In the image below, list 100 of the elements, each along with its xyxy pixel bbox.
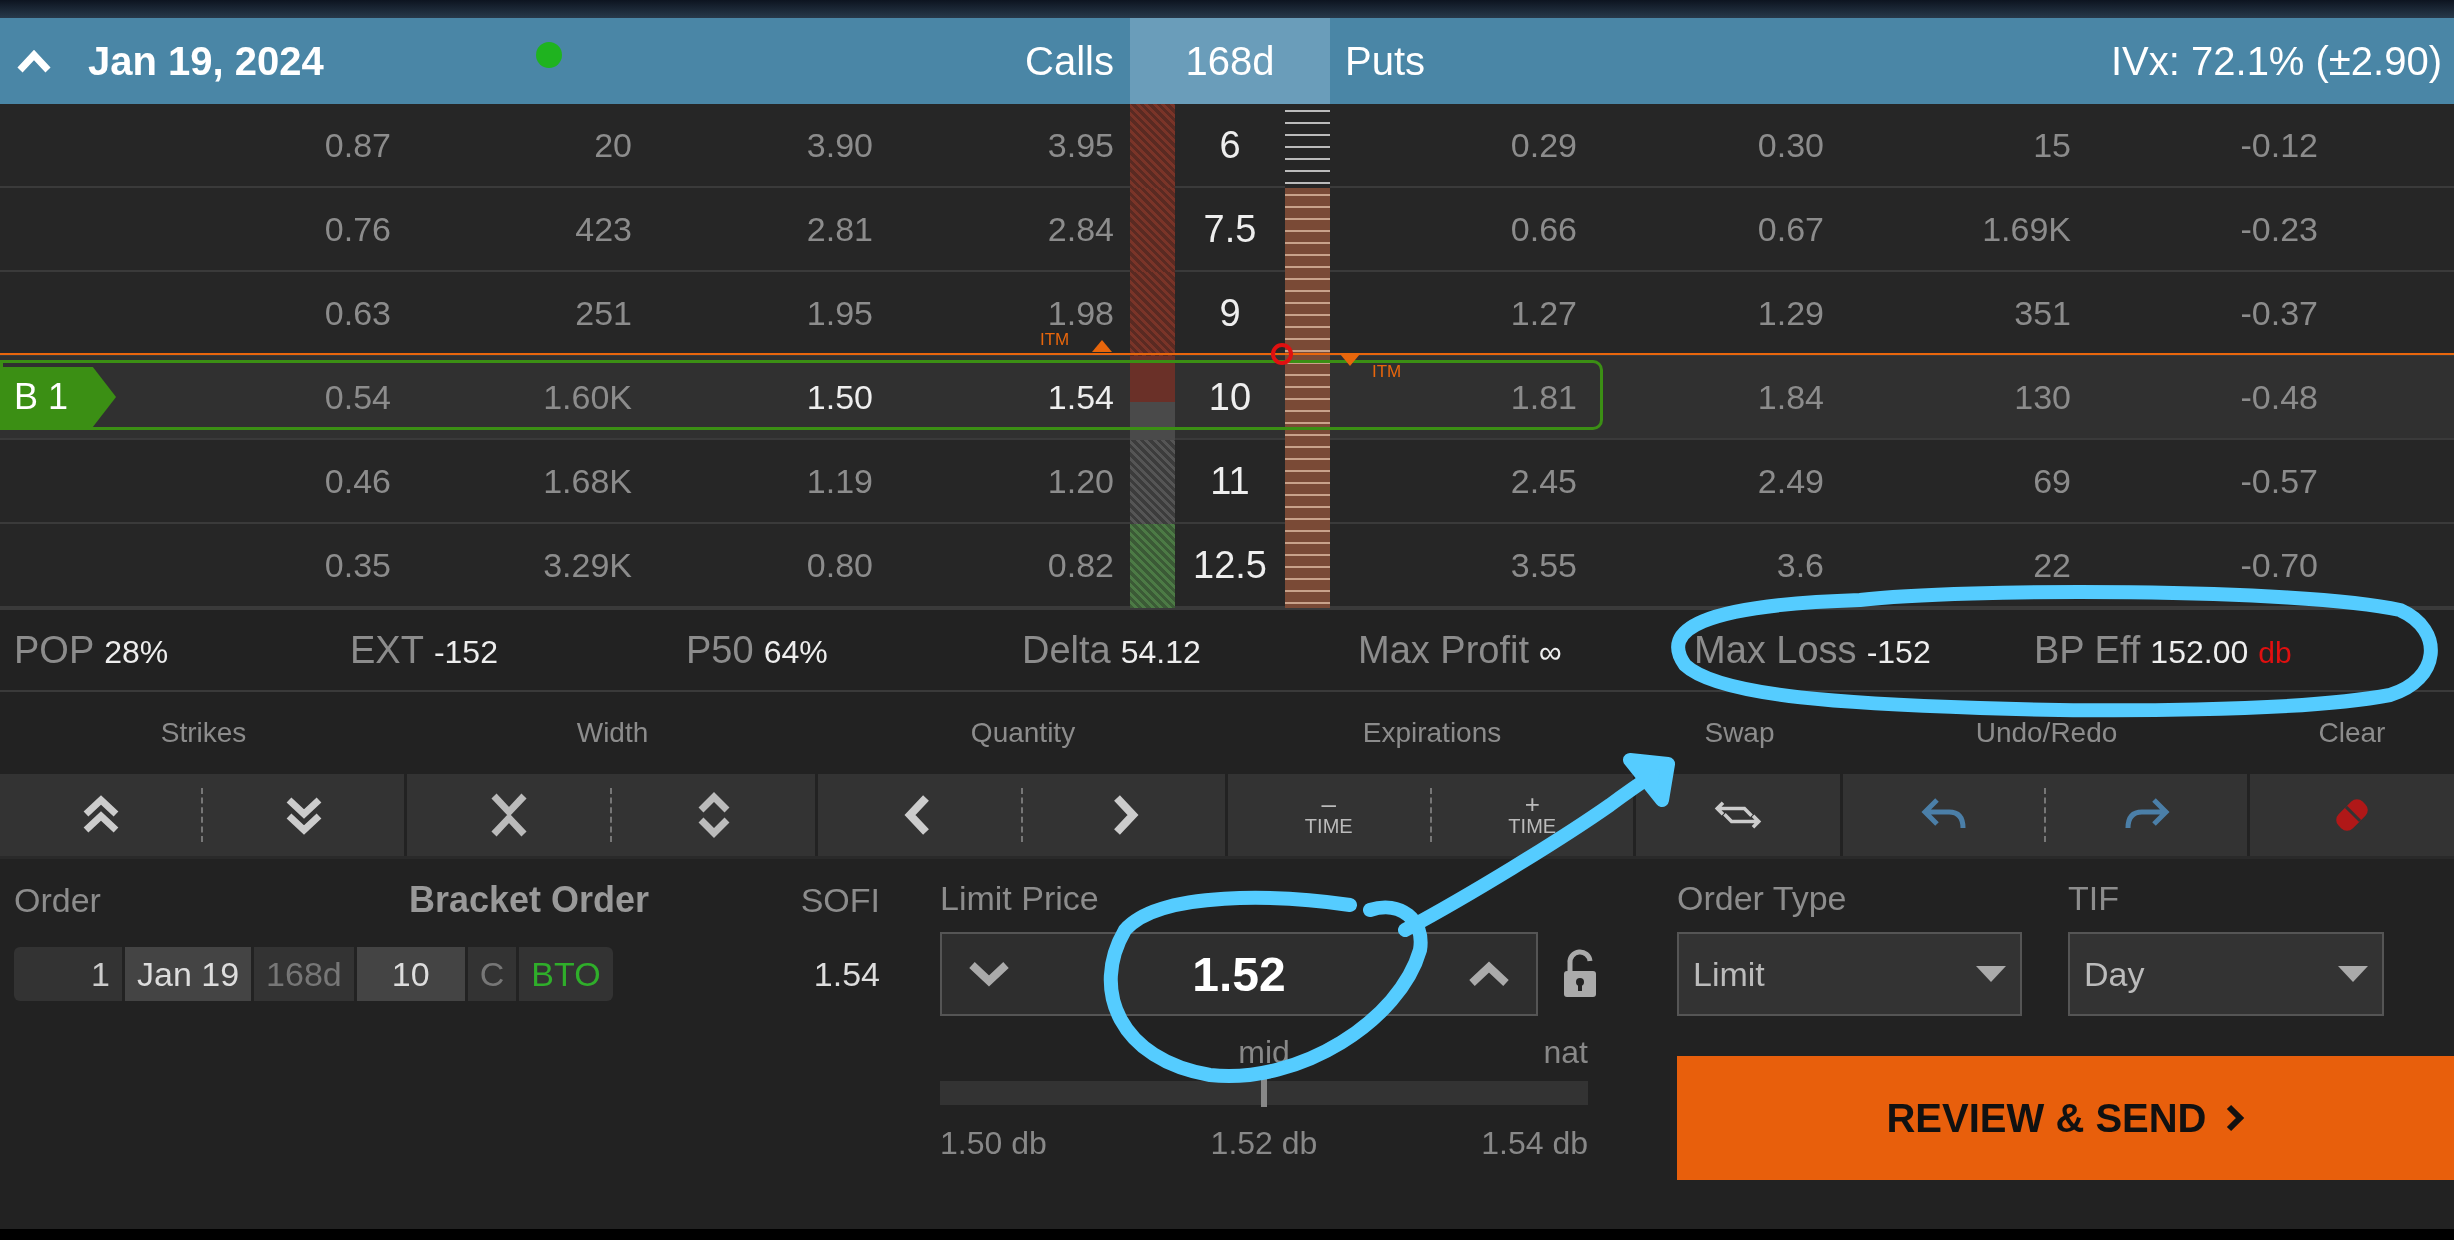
table-cell: 1.98 bbox=[1047, 293, 1114, 333]
chain-row[interactable]: 0.76 423 2.81 2.84 7.5 0.66 0.67 1.69K -0.23 bbox=[0, 188, 2454, 272]
up-triangle-icon bbox=[1092, 340, 1112, 352]
table-cell: 1.95 bbox=[806, 293, 873, 333]
toolbar-group-label: Expirations bbox=[1362, 717, 1502, 749]
table-cell: 0.46 bbox=[324, 461, 391, 501]
stat-label: P50 bbox=[686, 628, 754, 672]
chain-row[interactable]: 0.46 1.68K 1.19 1.20 11 2.45 2.49 69 -0.57 bbox=[0, 440, 2454, 524]
leg-chip[interactable]: 1 bbox=[14, 947, 122, 1001]
table-cell: 0.29 bbox=[1510, 125, 1577, 165]
slider-tick-label: 1.54 db bbox=[1481, 1125, 1588, 1162]
table-cell: 0.80 bbox=[806, 545, 873, 585]
table-cell: 20 bbox=[594, 125, 632, 165]
table-cell: -0.37 bbox=[2240, 293, 2318, 333]
table-cell: 423 bbox=[575, 209, 632, 249]
table-cell: 0.54 bbox=[324, 377, 391, 417]
table-cell: 0.35 bbox=[324, 545, 391, 585]
leg-chip[interactable]: Jan 19 bbox=[125, 947, 252, 1001]
table-cell: 22 bbox=[2033, 545, 2071, 585]
table-cell: 2.84 bbox=[1047, 209, 1114, 249]
status-dot bbox=[535, 42, 562, 68]
leg-tag[interactable]: B 1 bbox=[0, 367, 117, 427]
stat-value: 64% bbox=[763, 633, 828, 671]
table-cell: 3.6 bbox=[1776, 545, 1824, 585]
tif-label: TIF bbox=[2068, 879, 2120, 918]
time-button[interactable]: + TIME bbox=[1431, 774, 1633, 856]
limit-price-field[interactable]: 1.52 bbox=[940, 932, 1538, 1016]
table-cell: 1.50 bbox=[806, 377, 873, 417]
puts-label: Puts bbox=[1344, 38, 1427, 84]
dropdown-caret-icon bbox=[2338, 966, 2368, 982]
table-cell: 251 bbox=[575, 293, 632, 333]
stat-label: Delta bbox=[1022, 628, 1111, 672]
table-cell: 0.87 bbox=[324, 125, 391, 165]
strike-cell: 10 bbox=[1208, 375, 1252, 419]
stat-value: 54.12 bbox=[1120, 633, 1201, 671]
table-cell: 130 bbox=[2014, 377, 2071, 417]
price-marker-icon bbox=[1270, 342, 1294, 366]
leg-chip[interactable]: 10 bbox=[356, 947, 465, 1001]
table-cell: 1.54 bbox=[1047, 377, 1114, 417]
order-label: Order bbox=[14, 881, 102, 920]
chain-row[interactable]: 0.87 20 3.90 3.95 6 0.29 0.30 15 -0.12 bbox=[0, 104, 2454, 188]
strike-cell: 6 bbox=[1219, 123, 1241, 167]
time-button[interactable]: – TIME bbox=[1228, 774, 1430, 856]
toolbar-group-label: Undo/Redo bbox=[1975, 717, 2118, 749]
symbol-price: 1.54 bbox=[813, 954, 880, 994]
price-slider[interactable] bbox=[940, 1081, 1588, 1105]
table-cell: 0.63 bbox=[324, 293, 391, 333]
table-cell: -0.12 bbox=[2240, 125, 2318, 165]
days-to-expiration: 168d bbox=[1130, 18, 1330, 104]
table-cell: 15 bbox=[2033, 125, 2071, 165]
table-cell: 1.29 bbox=[1757, 293, 1824, 333]
table-cell: -0.70 bbox=[2240, 545, 2318, 585]
itm-label: ITM bbox=[1040, 330, 1070, 350]
stat-value: 152.00 bbox=[2150, 633, 2249, 671]
stat-label: BP Eff bbox=[2034, 628, 2141, 672]
toolbar-group-label: Quantity bbox=[970, 717, 1076, 749]
table-cell: 1.19 bbox=[806, 461, 873, 501]
calls-label: Calls bbox=[1025, 38, 1114, 84]
table-cell: 1.27 bbox=[1510, 293, 1577, 333]
stat-value: -152 bbox=[433, 633, 498, 671]
expiration-date: Jan 19, 2024 bbox=[88, 38, 324, 84]
down-triangle-icon bbox=[1340, 354, 1360, 366]
ivx-label: IVx: 72.1% (±2.90) bbox=[2111, 38, 2443, 84]
stat-value: ∞ bbox=[1539, 633, 1562, 671]
table-cell: 0.76 bbox=[324, 209, 391, 249]
table-cell: 3.90 bbox=[806, 125, 873, 165]
table-cell: 2.45 bbox=[1510, 461, 1577, 501]
table-cell: 3.29K bbox=[543, 545, 632, 585]
stat-label: EXT bbox=[350, 628, 424, 672]
tif-dropdown[interactable]: Day bbox=[2068, 932, 2384, 1016]
table-cell: 0.30 bbox=[1757, 125, 1824, 165]
table-cell: 0.67 bbox=[1757, 209, 1824, 249]
slider-tick-label: 1.50 db bbox=[940, 1125, 1047, 1162]
strike-cell: 7.5 bbox=[1203, 207, 1257, 251]
table-cell: 69 bbox=[2033, 461, 2071, 501]
toolbar-group-label: Swap bbox=[1704, 717, 1775, 749]
table-cell: 2.49 bbox=[1757, 461, 1824, 501]
slider-thumb[interactable] bbox=[1261, 1079, 1267, 1107]
table-cell: 1.84 bbox=[1757, 377, 1824, 417]
table-cell: 1.20 bbox=[1047, 461, 1114, 501]
stat-value: -152 bbox=[1866, 633, 1931, 671]
table-cell: 1.69K bbox=[1982, 209, 2071, 249]
symbol-label: SOFI bbox=[800, 881, 880, 920]
toolbar-group-label: Width bbox=[576, 717, 649, 749]
strike-cell: 12.5 bbox=[1193, 543, 1267, 587]
strike-cell: 9 bbox=[1219, 291, 1241, 335]
chain-row[interactable]: 0.35 3.29K 0.80 0.82 12.5 3.55 3.6 22 -0.70 bbox=[0, 524, 2454, 608]
review-and-send-button[interactable]: REVIEW & SEND bbox=[1677, 1056, 2454, 1180]
order-type-label: Order Type bbox=[1677, 879, 1848, 918]
order-title: Bracket Order bbox=[409, 879, 651, 921]
strike-cell: 11 bbox=[1210, 459, 1250, 503]
nat-label: nat bbox=[1543, 1034, 1588, 1071]
stat-value: 28% bbox=[104, 633, 169, 671]
leg-chip[interactable]: BTO bbox=[519, 947, 613, 1001]
slider-tick-label: 1.52 db bbox=[1210, 1125, 1318, 1162]
toolbar-group-label: Clear bbox=[2318, 717, 2386, 749]
table-cell: 1.60K bbox=[543, 377, 632, 417]
itm-label: ITM bbox=[1372, 362, 1402, 382]
table-cell: -0.57 bbox=[2240, 461, 2318, 501]
order-type-dropdown[interactable]: Limit bbox=[1677, 932, 2022, 1016]
